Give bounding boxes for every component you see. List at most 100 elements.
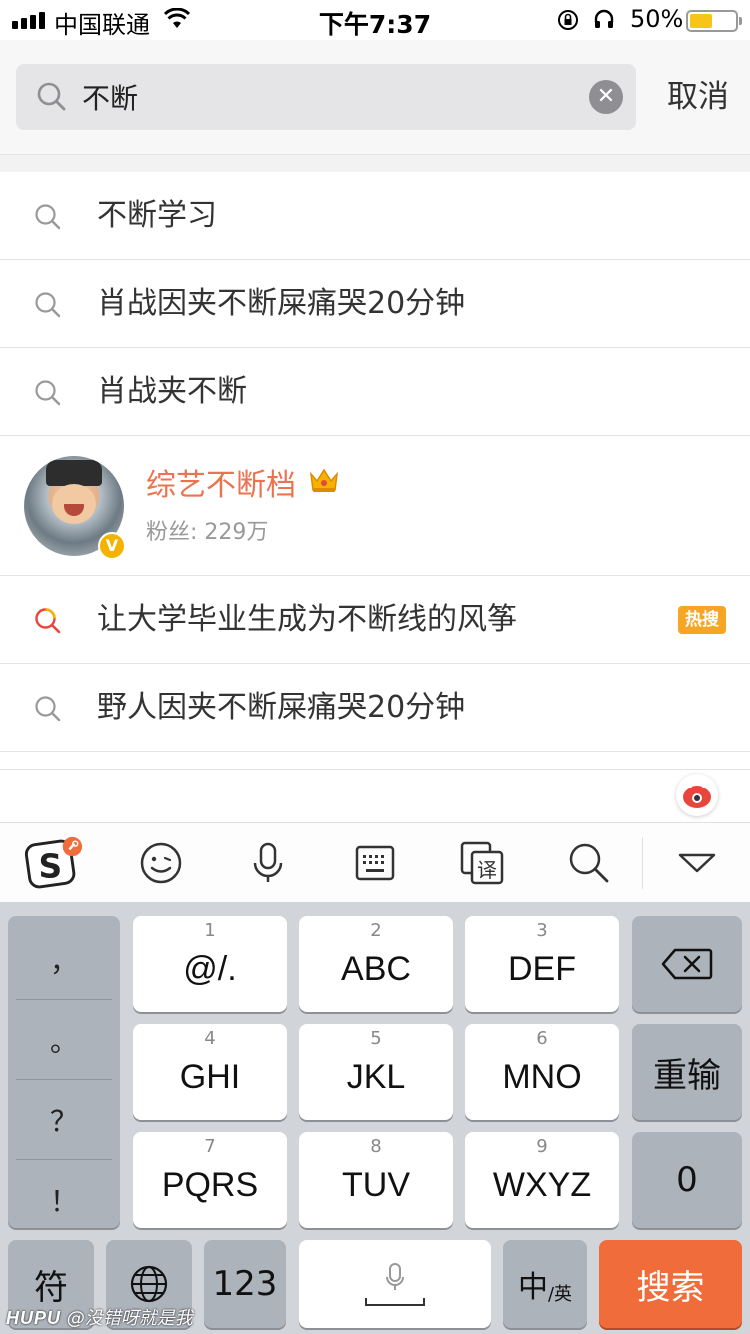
- key-6[interactable]: 6 MNO: [465, 1024, 619, 1120]
- key-letters: MNO: [502, 1058, 582, 1096]
- punct-comma-key[interactable]: ，: [16, 920, 112, 1000]
- user-suggestion-row[interactable]: V 综艺不断档 粉丝: 229万: [0, 436, 750, 576]
- hot-badge: 热搜: [678, 606, 726, 634]
- key-4[interactable]: 4 GHI: [133, 1024, 287, 1120]
- search-icon: [33, 694, 63, 728]
- space-key[interactable]: [299, 1240, 491, 1328]
- keyboard-toolbar: S 译: [0, 822, 750, 902]
- suggestion-row[interactable]: 肖战夹不断: [0, 348, 750, 436]
- key-number: 6: [536, 1028, 548, 1049]
- punct-question-key[interactable]: ？: [16, 1080, 112, 1160]
- search-icon: [36, 81, 68, 117]
- punctuation-column: ， 。 ？ ！: [8, 916, 120, 1228]
- zero-label: 0: [676, 1160, 698, 1200]
- suggestion-row[interactable]: 肖战因夹不断屎痛哭20分钟: [0, 260, 750, 348]
- backspace-icon: [632, 916, 742, 1012]
- key-letters: @/.: [183, 950, 237, 988]
- list-spacer: [0, 752, 750, 770]
- key-letters: PQRS: [161, 1166, 259, 1204]
- number-mode-key[interactable]: 123: [204, 1240, 286, 1328]
- suggestion-text: 野人因夹不断屎痛哭20分钟: [97, 690, 466, 725]
- key-1[interactable]: 1 @/.: [133, 916, 287, 1012]
- search-icon: [33, 290, 63, 324]
- mascot-icon[interactable]: [676, 774, 718, 816]
- lang-main-label: 中: [517, 1270, 548, 1305]
- key-3[interactable]: 3 DEF: [465, 916, 619, 1012]
- key-letters: GHI: [179, 1058, 241, 1096]
- key-number: 1: [204, 920, 216, 941]
- key-number: 5: [370, 1028, 382, 1049]
- key-number: 8: [370, 1136, 382, 1157]
- key-number: 2: [370, 920, 382, 941]
- watermark: HUPU @没错呀就是我: [6, 1304, 193, 1330]
- key-letters: WXYZ: [492, 1166, 592, 1204]
- key-5[interactable]: 5 JKL: [299, 1024, 453, 1120]
- suggestion-text: 肖战夹不断: [97, 374, 247, 409]
- section-divider: [0, 154, 750, 172]
- key-number: 4: [204, 1028, 216, 1049]
- search-input[interactable]: [82, 64, 582, 130]
- battery-percent: 50%: [630, 5, 684, 33]
- search-key-label: 搜索: [636, 1267, 705, 1308]
- key-0[interactable]: 0: [632, 1132, 742, 1228]
- search-key[interactable]: 搜索: [599, 1240, 742, 1328]
- cancel-button[interactable]: 取消: [652, 72, 744, 122]
- key-number: 3: [536, 920, 548, 941]
- search-header: ✕ 取消: [0, 40, 750, 154]
- space-bar-icon: [365, 1298, 425, 1306]
- keyboard: ， 。 ？ ！ 1 @/. 2 ABC 3 DEF 4 GHI 5 JKL 6 MNO 重输…: [0, 902, 750, 1334]
- language-label: 中/英: [503, 1240, 587, 1328]
- key-letters: ABC: [341, 950, 411, 988]
- translate-icon[interactable]: 译: [452, 833, 512, 893]
- hot-suggestion-row[interactable]: 让大学毕业生成为不断线的风筝 热搜: [0, 576, 750, 664]
- toolbar-divider: [642, 837, 643, 889]
- microphone-icon[interactable]: [238, 833, 298, 893]
- keyboard-icon[interactable]: [345, 833, 405, 893]
- key-number: 7: [204, 1136, 216, 1157]
- reinput-key[interactable]: 重输: [632, 1024, 742, 1120]
- reinput-label: 重输: [653, 1055, 721, 1096]
- search-icon: [33, 202, 63, 236]
- key-7[interactable]: 7 PQRS: [133, 1132, 287, 1228]
- verified-badge: V: [98, 532, 126, 560]
- key-2[interactable]: 2 ABC: [299, 916, 453, 1012]
- translate-glyph: 译: [477, 858, 497, 882]
- clear-search-button[interactable]: ✕: [589, 80, 623, 114]
- key-8[interactable]: 8 TUV: [299, 1132, 453, 1228]
- crown-icon: [308, 466, 340, 498]
- key-letters: JKL: [346, 1058, 406, 1096]
- rotation-lock-icon: [556, 8, 580, 38]
- key-letters: TUV: [342, 1166, 410, 1204]
- key-number: 9: [536, 1136, 548, 1157]
- svg-text:S: S: [39, 847, 63, 886]
- sogou-logo-icon[interactable]: S: [24, 833, 84, 893]
- number-mode-label: 123: [212, 1264, 278, 1304]
- suggestion-text: 肖战因夹不断屎痛哭20分钟: [97, 286, 466, 321]
- lang-sub-label: /英: [547, 1284, 573, 1305]
- punct-exclaim-key[interactable]: ！: [16, 1160, 112, 1240]
- watermark-brand: HUPU: [6, 1308, 62, 1328]
- fans-count: 粉丝: 229万: [146, 520, 269, 545]
- collapse-keyboard-icon[interactable]: [667, 833, 727, 893]
- key-9[interactable]: 9 WXYZ: [465, 1132, 619, 1228]
- battery-icon: [686, 10, 742, 32]
- backspace-key[interactable]: [632, 916, 742, 1012]
- watermark-user: @没错呀就是我: [66, 1308, 193, 1329]
- language-switch-key[interactable]: 中/英: [503, 1240, 587, 1328]
- status-bar: 中国联通 下午7:37 50%: [0, 0, 750, 40]
- search-box[interactable]: ✕: [16, 64, 636, 130]
- key-letters: DEF: [508, 950, 576, 988]
- suggestion-list: 不断学习 肖战因夹不断屎痛哭20分钟 肖战夹不断 V 综艺不断档 粉丝: 229…: [0, 172, 750, 770]
- microphone-icon: [299, 1240, 491, 1328]
- headphone-icon: [592, 7, 616, 37]
- search-icon: [33, 378, 63, 412]
- suggestion-row[interactable]: 不断学习: [0, 172, 750, 260]
- emoji-icon[interactable]: [131, 833, 191, 893]
- suggestion-text: 不断学习: [97, 198, 217, 233]
- search-icon[interactable]: [559, 833, 619, 893]
- user-name: 综艺不断档: [146, 468, 296, 503]
- punct-period-key[interactable]: 。: [16, 1000, 112, 1080]
- suggestion-row[interactable]: 野人因夹不断屎痛哭20分钟: [0, 664, 750, 752]
- hot-search-icon: [33, 606, 63, 640]
- suggestion-text: 让大学毕业生成为不断线的风筝: [97, 602, 517, 637]
